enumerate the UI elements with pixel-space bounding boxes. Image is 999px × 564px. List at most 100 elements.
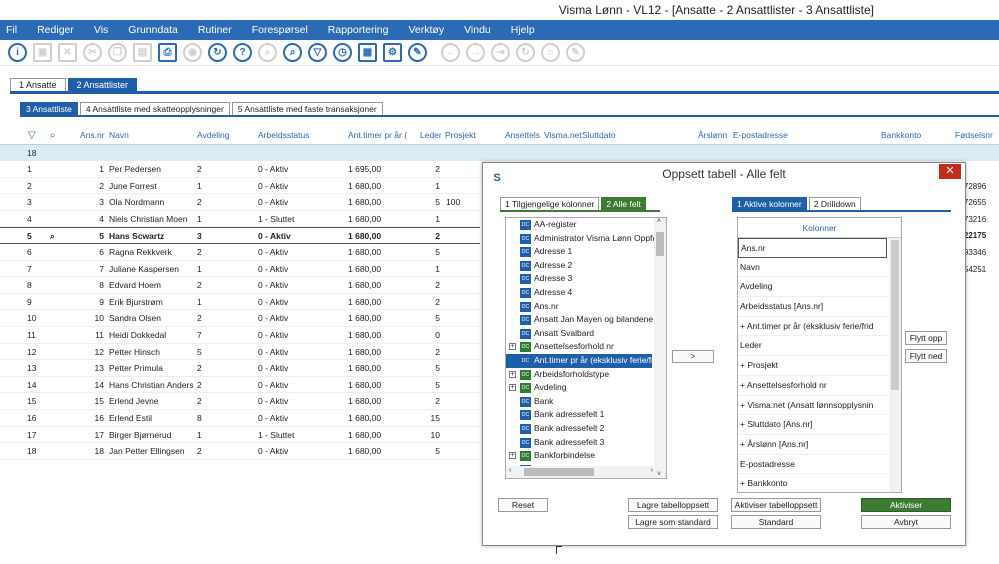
- tab-active-columns[interactable]: 1 Aktive kolonner: [732, 197, 807, 210]
- active-column-item[interactable]: + Sluttdato [Ans.nr]: [738, 415, 887, 435]
- forward-icon[interactable]: →: [466, 43, 485, 62]
- horizontal-scrollbar[interactable]: ‹ ›: [506, 466, 656, 478]
- field-item[interactable]: DC Ansatt Svalbard: [506, 327, 666, 341]
- info-icon[interactable]: i: [8, 43, 27, 62]
- menu-vis[interactable]: Vis: [94, 24, 108, 36]
- calendar-icon[interactable]: ▦: [358, 43, 377, 62]
- col-prosjekt[interactable]: Prosjekt: [445, 130, 476, 140]
- menu-rutiner[interactable]: Rutiner: [198, 24, 232, 36]
- col-leder[interactable]: Leder: [420, 130, 442, 140]
- table-row[interactable]: 2 2 June Forrest 1 0 - Aktiv 1 680,00 1: [0, 178, 480, 195]
- customize-icon[interactable]: ✎: [408, 43, 427, 62]
- field-item[interactable]: DC AA-register: [506, 218, 666, 232]
- active-column-item[interactable]: Avdeling: [738, 277, 887, 298]
- field-item[interactable]: DC Adresse 1: [506, 245, 666, 259]
- scroll-up-icon[interactable]: ˄: [657, 218, 661, 225]
- col-bankkonto[interactable]: Bankkonto: [881, 130, 921, 140]
- table-row[interactable]: 3 3 Ola Nordmann 2 0 - Aktiv 1 680,00 5 100: [0, 194, 480, 211]
- field-item[interactable]: DC Bank: [506, 395, 666, 409]
- expand-icon[interactable]: +: [509, 452, 516, 460]
- field-item[interactable]: + DC Ansettelsesforhold nr: [506, 340, 666, 354]
- field-item[interactable]: DC Bank adressefelt 3: [506, 436, 666, 450]
- active-scroll-thumb[interactable]: [891, 240, 899, 390]
- col-ansnr[interactable]: Ans.nr: [80, 130, 105, 140]
- table-row[interactable]: 5 5 Hans Scwartz 3 0 - Aktiv 1 680,00 2 ⌕: [0, 227, 480, 244]
- reset-button[interactable]: Reset: [498, 498, 548, 512]
- tab-available-columns[interactable]: 1 Tilgjengelige kolonner: [500, 197, 600, 210]
- hscroll-thumb[interactable]: [524, 468, 594, 476]
- field-item[interactable]: DC Adresse 2: [506, 259, 666, 273]
- table-row[interactable]: 11 11 Heidi Dokkedal 7 0 - Aktiv 1 680,00 0: [0, 327, 480, 344]
- paste-icon[interactable]: ▤: [133, 43, 152, 62]
- move-up-button[interactable]: Flytt opp: [905, 331, 947, 345]
- activate-layout-button[interactable]: Aktiviser tabelloppsett: [731, 498, 821, 512]
- tab-ansattliste-skatt[interactable]: 4 Ansattliste med skatteopplysninger: [79, 102, 230, 115]
- tab-all-fields[interactable]: 2 Alle felt: [601, 197, 646, 210]
- col-arslonn[interactable]: Årslønn: [698, 130, 727, 140]
- table-row[interactable]: 14 14 Hans Christian Anders 2 0 - Aktiv 1 680…: [0, 377, 480, 394]
- col-avdeling[interactable]: Avdeling: [197, 130, 229, 140]
- table-row[interactable]: 8 8 Edvard Hoem 2 0 - Aktiv 1 680,00 2: [0, 277, 480, 294]
- table-row[interactable]: 1 1 Per Pedersen 2 0 - Aktiv 1 695,00 2: [0, 161, 480, 178]
- col-ansettels[interactable]: Ansettels: [505, 130, 540, 140]
- tab-ansattliste[interactable]: 3 Ansattliste: [20, 102, 78, 115]
- preview-icon[interactable]: ◉: [183, 43, 202, 62]
- tab-drilldown[interactable]: 2 Drilldown: [808, 197, 861, 210]
- tab-ansatte[interactable]: 1 Ansatte: [10, 78, 66, 92]
- active-column-item[interactable]: Navn: [738, 258, 887, 278]
- copy-icon[interactable]: ❐: [108, 43, 127, 62]
- menu-rapportering[interactable]: Rapportering: [328, 24, 389, 36]
- col-arbeidsstatus[interactable]: Arbeidsstatus: [258, 130, 310, 140]
- active-column-item[interactable]: Arbeidsstatus [Ans.nr]: [738, 297, 887, 317]
- active-column-item[interactable]: Ans.nr: [738, 238, 887, 258]
- filter-icon[interactable]: ▽: [308, 43, 327, 62]
- active-column-item[interactable]: + Visma.net (Ansatt lønnsopplysnin: [738, 396, 887, 416]
- menu-fil[interactable]: Fil: [6, 24, 17, 36]
- add-column-button[interactable]: >: [672, 350, 714, 363]
- table-row[interactable]: 12 12 Petter Hinsch 5 0 - Aktiv 1 680,00 2: [0, 344, 480, 361]
- move-down-button[interactable]: Flytt ned: [905, 349, 947, 363]
- active-column-item[interactable]: + Prosjekt: [738, 356, 887, 376]
- table-row[interactable]: 16 16 Erlend Estil 8 0 - Aktiv 1 680,00 15: [0, 410, 480, 427]
- table-row[interactable]: 18 18 Jan Petter Ellingsen 2 0 - Aktiv 1 680,…: [0, 443, 480, 460]
- save-default-button[interactable]: Lagre som standard: [628, 515, 718, 529]
- filter-icon[interactable]: ▽: [28, 130, 36, 141]
- menu-hjelp[interactable]: Hjelp: [511, 24, 535, 36]
- expand-icon[interactable]: +: [509, 343, 516, 351]
- table-row[interactable]: 15 15 Erlend Jevne 2 0 - Aktiv 1 680,00 2: [0, 393, 480, 410]
- help-icon[interactable]: ?: [233, 43, 252, 62]
- active-scrollbar[interactable]: [889, 238, 901, 492]
- active-columns-list[interactable]: Kolonner Ans.nr Navn Avdeling Arbeidsstatus…: [737, 217, 902, 493]
- scroll-thumb[interactable]: [656, 232, 664, 256]
- edit-icon[interactable]: ✎: [566, 43, 585, 62]
- scroll-right-icon[interactable]: ›: [651, 467, 653, 474]
- active-column-item[interactable]: + Bankkonto: [738, 474, 887, 492]
- tab-ansattliste-transaksjoner[interactable]: 5 Ansattliste med faste transaksjoner: [231, 102, 383, 115]
- table-row[interactable]: 6 6 Ragna Rekkverk 2 0 - Aktiv 1 680,00 5: [0, 244, 480, 261]
- home-icon[interactable]: ⌂: [541, 43, 560, 62]
- col-vismanet[interactable]: Visma.net: [544, 130, 582, 140]
- attachment-icon[interactable]: ⌕: [50, 130, 56, 141]
- active-column-item[interactable]: E-postadresse: [738, 455, 887, 475]
- field-item[interactable]: DC Bank adressefelt 2: [506, 422, 666, 436]
- col-epost[interactable]: E-postadresse: [733, 130, 788, 140]
- field-item[interactable]: DC Adresse 4: [506, 286, 666, 300]
- menu-foresprsel[interactable]: Forespørsel: [252, 24, 308, 36]
- available-fields-list[interactable]: DC AA-register DC Administrator Visma Lønn …: [505, 217, 667, 479]
- cut-icon[interactable]: ✂: [83, 43, 102, 62]
- history-icon[interactable]: ◷: [333, 43, 352, 62]
- table-row[interactable]: 10 10 Sandra Olsen 2 0 - Aktiv 1 680,00 5: [0, 310, 480, 327]
- menu-rediger[interactable]: Rediger: [37, 24, 74, 36]
- col-navn[interactable]: Navn: [109, 130, 129, 140]
- table-row[interactable]: 4 4 Niels Christian Moen 1 1 - Sluttet 1 680,…: [0, 211, 480, 228]
- attachment-icon[interactable]: ⌕: [50, 231, 55, 242]
- filter-row[interactable]: 18: [0, 145, 999, 161]
- table-row[interactable]: 13 13 Petter Primula 2 0 - Aktiv 1 680,00 5: [0, 360, 480, 377]
- settings-table-icon[interactable]: ⚙: [383, 43, 402, 62]
- search-alt-icon[interactable]: ⌕: [283, 43, 302, 62]
- scroll-down-icon[interactable]: ˅: [657, 471, 661, 478]
- table-row[interactable]: 7 7 Juliane Kaspersen 1 0 - Aktiv 1 680,00 1: [0, 261, 480, 278]
- active-column-item[interactable]: + Ansettelsesforhold nr: [738, 376, 887, 396]
- col-timer[interactable]: Ant.timer pr år (: [348, 130, 407, 140]
- field-item[interactable]: DC Ansatt Jan Mayen og bilandene: [506, 313, 666, 327]
